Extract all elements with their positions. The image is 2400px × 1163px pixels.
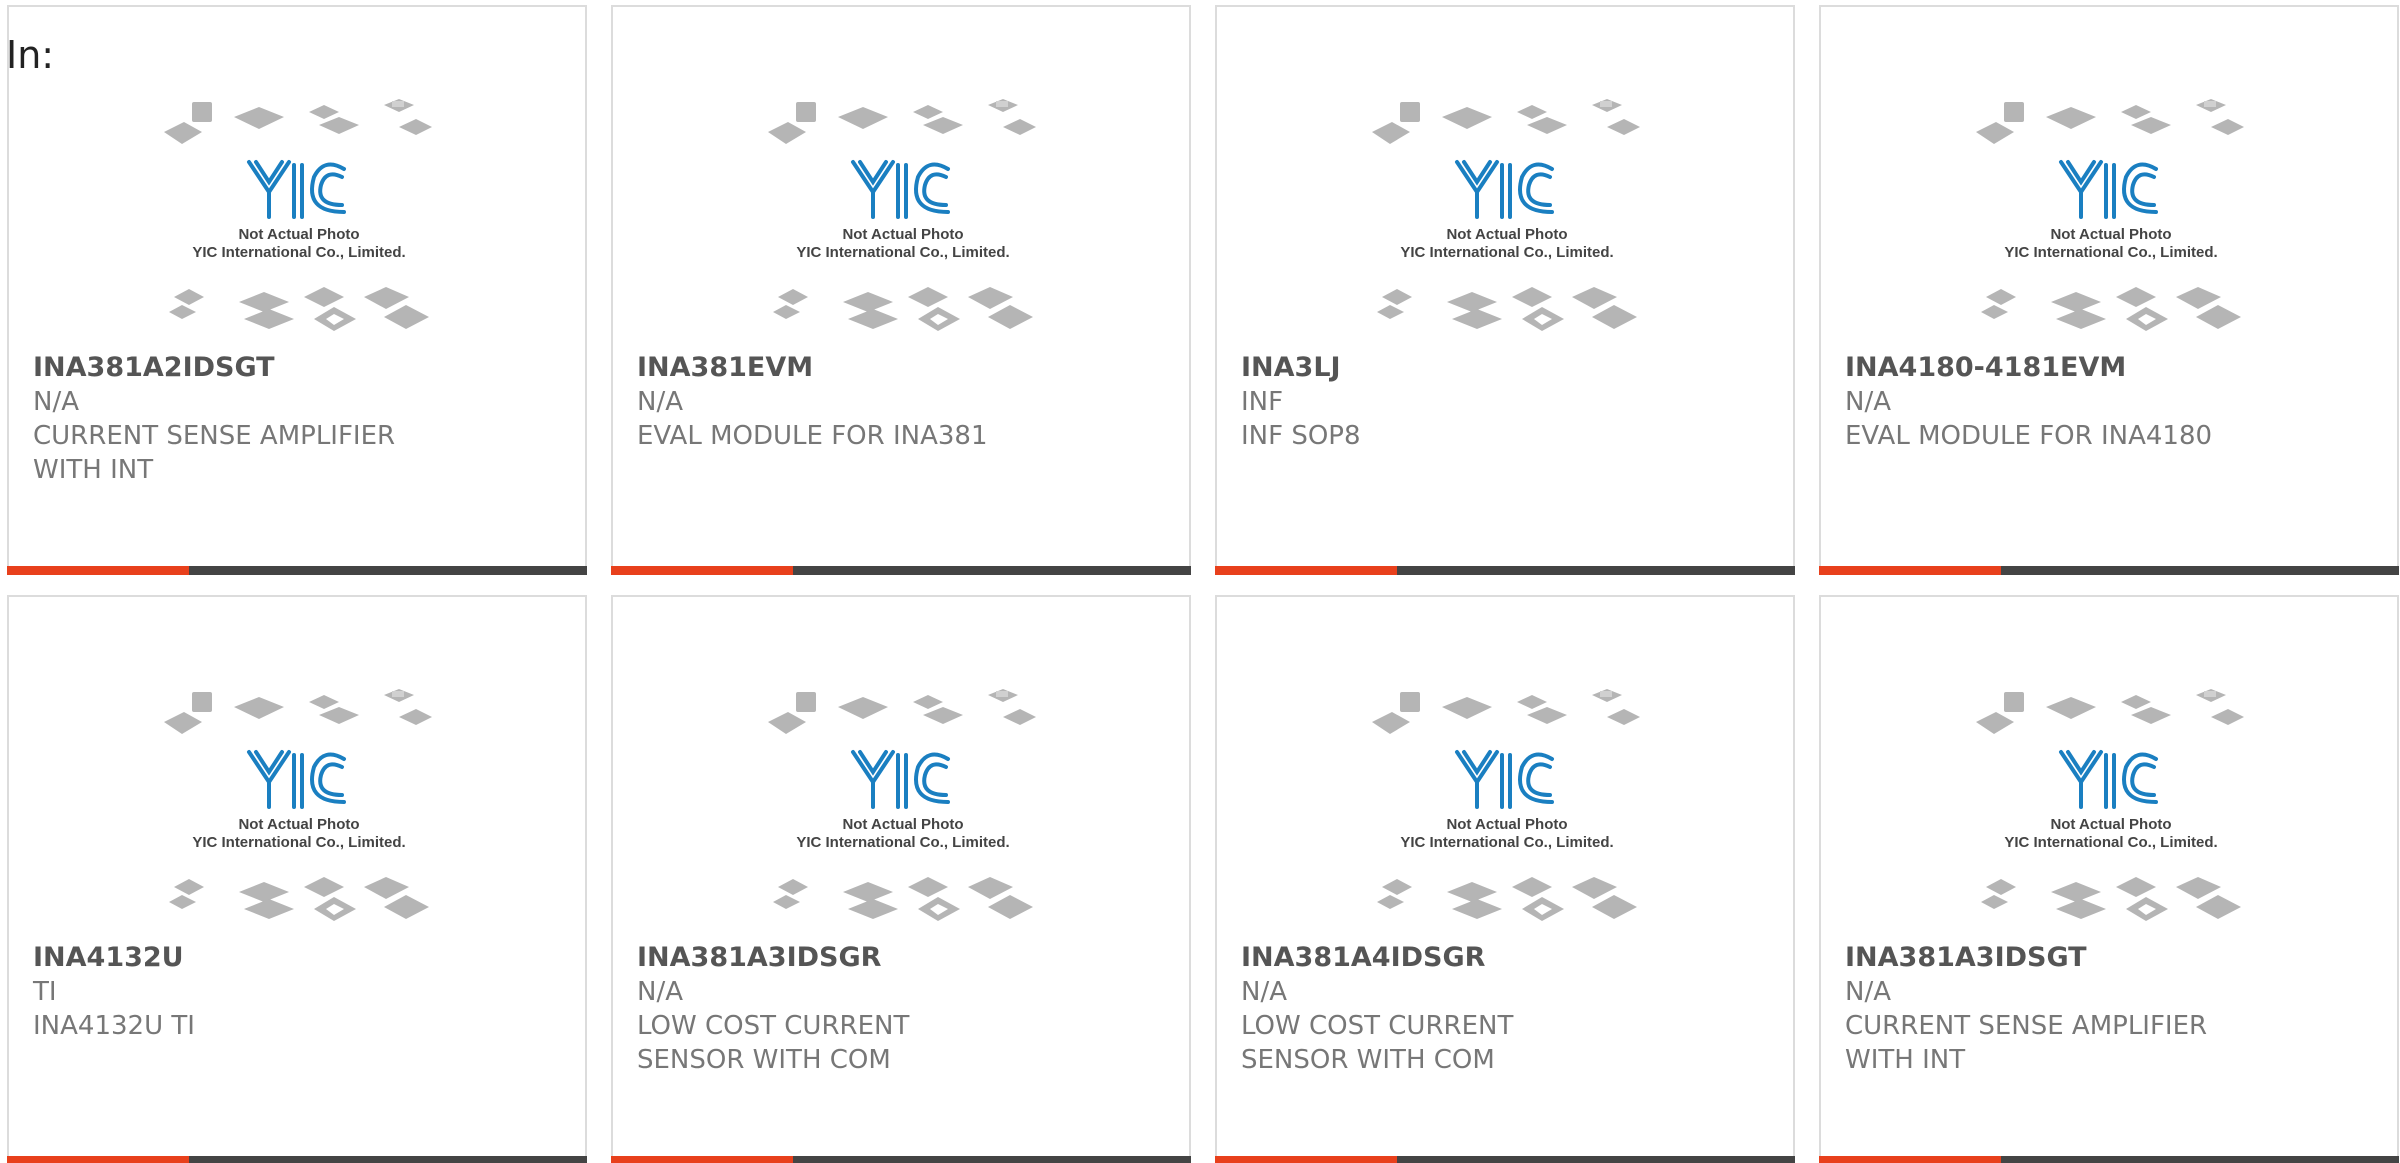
not-actual-photo-text: Not Actual Photo xyxy=(2050,226,2171,243)
chip-package-placeholder-icon: Not Actual Photo YIC International Co., … xyxy=(768,687,1038,927)
product-info: INA381A3IDSGT N/A CURRENT SENSE AMPLIFIER … xyxy=(1845,941,2373,1077)
company-name-text: YIC International Co., Limited. xyxy=(2004,834,2217,851)
product-info: INA381EVM N/A EVAL MODULE FOR INA381 xyxy=(637,351,1165,453)
chip-package-placeholder-icon: Not Actual Photo YIC International Co., … xyxy=(164,687,434,927)
card-bottom-bar xyxy=(1215,1156,1795,1163)
card-bottom-bar xyxy=(1819,566,2399,575)
card-bottom-bar xyxy=(7,1156,587,1163)
product-card[interactable]: Not Actual Photo YIC International Co., … xyxy=(1819,5,2399,575)
not-actual-photo-text: Not Actual Photo xyxy=(842,226,963,243)
brand-text: N/A xyxy=(1241,977,1287,1007)
description-text: EVAL MODULE FOR INA381 xyxy=(637,421,988,451)
product-card[interactable]: Not Actual Photo YIC International Co., … xyxy=(7,5,587,575)
product-grid: Not Actual Photo YIC International Co., … xyxy=(7,5,2400,1163)
brand-text: TI xyxy=(33,977,57,1007)
part-number-link[interactable]: INA4132U xyxy=(33,941,561,975)
card-bottom-bar xyxy=(7,566,587,575)
not-actual-photo-text: Not Actual Photo xyxy=(842,816,963,833)
card-accent-bar xyxy=(1215,566,1397,575)
in-label: In: xyxy=(6,33,55,77)
chip-package-placeholder-icon: Not Actual Photo YIC International Co., … xyxy=(1976,687,2246,927)
product-grid-page: In: Not Actual Photo YIC International C… xyxy=(0,0,2400,1163)
product-card[interactable]: Not Actual Photo YIC International Co., … xyxy=(1215,5,1795,575)
chip-package-placeholder-icon: Not Actual Photo YIC International Co., … xyxy=(1372,97,1642,337)
description-text: CURRENT SENSE AMPLIFIER WITH INT xyxy=(33,421,396,485)
card-bottom-bar xyxy=(611,566,1191,575)
description-text: EVAL MODULE FOR INA4180 xyxy=(1845,421,2213,451)
product-info: INA4180-4181EVM N/A EVAL MODULE FOR INA418… xyxy=(1845,351,2373,453)
product-card[interactable]: Not Actual Photo YIC International Co., … xyxy=(1215,595,1795,1163)
card-bottom-bar xyxy=(611,1156,1191,1163)
not-actual-photo-text: Not Actual Photo xyxy=(1446,816,1567,833)
company-name-text: YIC International Co., Limited. xyxy=(2004,244,2217,261)
product-info: INA381A3IDSGR N/A LOW COST CURRENT SENSOR … xyxy=(637,941,1165,1077)
brand-text: N/A xyxy=(33,387,79,417)
not-actual-photo-text: Not Actual Photo xyxy=(2050,816,2171,833)
card-accent-bar xyxy=(1819,566,2001,575)
card-accent-bar xyxy=(611,1156,793,1163)
card-accent-bar xyxy=(1215,1156,1397,1163)
brand-text: N/A xyxy=(1845,977,1891,1007)
part-number-link[interactable]: INA381A3IDSGR xyxy=(637,941,1165,975)
card-accent-bar xyxy=(7,566,189,575)
chip-package-placeholder-icon: Not Actual Photo YIC International Co., … xyxy=(768,97,1038,337)
card-accent-bar xyxy=(7,1156,189,1163)
product-card[interactable]: Not Actual Photo YIC International Co., … xyxy=(7,595,587,1163)
not-actual-photo-text: Not Actual Photo xyxy=(238,226,359,243)
not-actual-photo-text: Not Actual Photo xyxy=(238,816,359,833)
card-accent-bar xyxy=(1819,1156,2001,1163)
description-text: INF SOP8 xyxy=(1241,421,1361,451)
product-card[interactable]: Not Actual Photo YIC International Co., … xyxy=(611,595,1191,1163)
chip-package-placeholder-icon: Not Actual Photo YIC International Co., … xyxy=(164,97,434,337)
description-text: INA4132U TI xyxy=(33,1011,195,1041)
description-text: LOW COST CURRENT SENSOR WITH COM xyxy=(1241,1011,1514,1075)
part-number-link[interactable]: INA381A4IDSGR xyxy=(1241,941,1769,975)
part-number-link[interactable]: INA4180-4181EVM xyxy=(1845,351,2373,385)
chip-package-placeholder-icon: Not Actual Photo YIC International Co., … xyxy=(1372,687,1642,927)
card-bottom-bar xyxy=(1215,566,1795,575)
company-name-text: YIC International Co., Limited. xyxy=(192,244,405,261)
company-name-text: YIC International Co., Limited. xyxy=(1400,244,1613,261)
company-name-text: YIC International Co., Limited. xyxy=(1400,834,1613,851)
product-info: INA381A2IDSGT N/A CURRENT SENSE AMPLIFIER … xyxy=(33,351,561,487)
brand-text: N/A xyxy=(637,387,683,417)
part-number-link[interactable]: INA381A2IDSGT xyxy=(33,351,561,385)
chip-package-placeholder-icon: Not Actual Photo YIC International Co., … xyxy=(1976,97,2246,337)
product-card[interactable]: Not Actual Photo YIC International Co., … xyxy=(611,5,1191,575)
part-number-link[interactable]: INA381EVM xyxy=(637,351,1165,385)
not-actual-photo-text: Not Actual Photo xyxy=(1446,226,1567,243)
description-text: LOW COST CURRENT SENSOR WITH COM xyxy=(637,1011,910,1075)
brand-text: N/A xyxy=(1845,387,1891,417)
company-name-text: YIC International Co., Limited. xyxy=(796,834,1009,851)
brand-text: N/A xyxy=(637,977,683,1007)
product-info: INA381A4IDSGR N/A LOW COST CURRENT SENSOR … xyxy=(1241,941,1769,1077)
brand-text: INF xyxy=(1241,387,1284,417)
company-name-text: YIC International Co., Limited. xyxy=(192,834,405,851)
product-card[interactable]: Not Actual Photo YIC International Co., … xyxy=(1819,595,2399,1163)
product-info: INA3LJ INF INF SOP8 xyxy=(1241,351,1769,453)
card-accent-bar xyxy=(611,566,793,575)
part-number-link[interactable]: INA381A3IDSGT xyxy=(1845,941,2373,975)
card-bottom-bar xyxy=(1819,1156,2399,1163)
part-number-link[interactable]: INA3LJ xyxy=(1241,351,1769,385)
product-info: INA4132U TI INA4132U TI xyxy=(33,941,561,1043)
company-name-text: YIC International Co., Limited. xyxy=(796,244,1009,261)
description-text: CURRENT SENSE AMPLIFIER WITH INT xyxy=(1845,1011,2208,1075)
